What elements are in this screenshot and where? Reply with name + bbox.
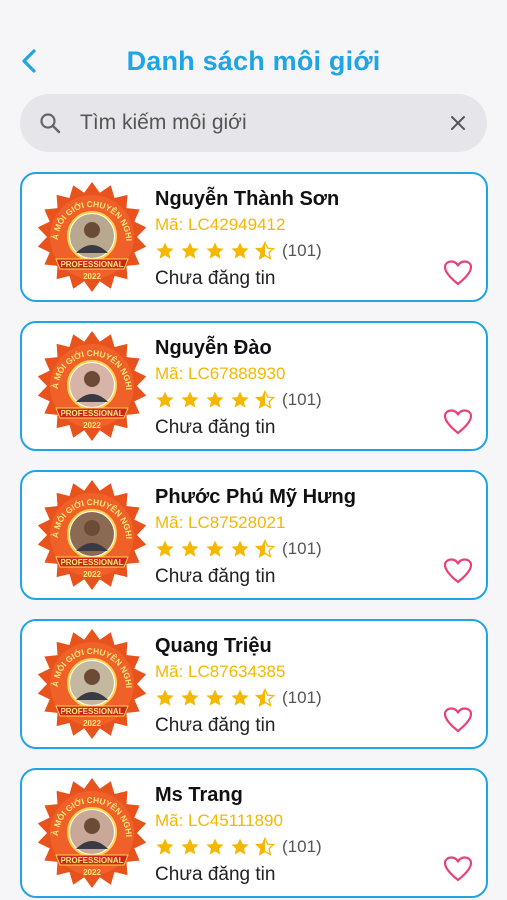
- broker-code: Mã: LC87528021: [155, 513, 286, 532]
- page-title: Danh sách môi giới: [126, 45, 381, 76]
- professional-badge-avatar: NHÀ MÔI GIỚI CHUYÊN NGHIỆP PROFESSIONAL …: [36, 330, 147, 441]
- star-icon: [181, 689, 199, 706]
- professional-badge-avatar: NHÀ MÔI GIỚI CHUYÊN NGHIỆP PROFESSIONAL …: [36, 777, 147, 888]
- search-input[interactable]: [80, 111, 445, 135]
- posting-status: Chưa đăng tin: [155, 268, 276, 289]
- review-count: (101): [282, 688, 322, 707]
- posting-status: Chưa đăng tin: [155, 566, 276, 587]
- star-half-icon: [255, 837, 275, 856]
- star-icon: [231, 242, 249, 259]
- star-icon: [206, 391, 224, 408]
- star-icon: [206, 689, 224, 706]
- status-bar: [0, 0, 507, 28]
- professional-badge-avatar: NHÀ MÔI GIỚI CHUYÊN NGHIỆP PROFESSIONAL …: [36, 628, 147, 739]
- broker-card-4[interactable]: NHÀ MÔI GIỚI CHUYÊN NGHIỆP PROFESSIONAL …: [20, 619, 488, 749]
- rating: (101): [155, 536, 356, 562]
- broker-name: Ms Trang: [155, 784, 243, 806]
- broker-info: Nguyễn Thành Sơn Mã: LC42949412 (101) Ch…: [155, 186, 339, 294]
- svg-text:2022: 2022: [83, 570, 101, 579]
- broker-name: Nguyễn Đào: [155, 337, 272, 359]
- professional-badge-avatar: NHÀ MÔI GIỚI CHUYÊN NGHIỆP PROFESSIONAL …: [36, 479, 147, 590]
- star-icon: [206, 838, 224, 855]
- svg-text:2022: 2022: [83, 868, 101, 877]
- svg-text:2022: 2022: [83, 272, 101, 281]
- back-button[interactable]: [14, 46, 44, 76]
- broker-card-2[interactable]: NHÀ MÔI GIỚI CHUYÊN NGHIỆP PROFESSIONAL …: [20, 321, 488, 451]
- star-icon: [231, 540, 249, 557]
- broker-name: Quang Triệu: [155, 635, 272, 657]
- star-icon: [231, 391, 249, 408]
- broker-info: Quang Triệu Mã: LC87634385 (101) Chưa đă…: [155, 633, 322, 741]
- star-icon: [156, 838, 174, 855]
- rating: (101): [155, 387, 322, 413]
- broker-info: Ms Trang Mã: LC45111890 (101) Chưa đăng …: [155, 782, 322, 890]
- heart-icon[interactable]: [444, 409, 472, 435]
- star-half-icon: [255, 688, 275, 707]
- chevron-left-icon: [22, 49, 36, 73]
- svg-text:PROFESSIONAL: PROFESSIONAL: [60, 707, 123, 716]
- header: Danh sách môi giới: [0, 38, 507, 84]
- star-icon: [156, 391, 174, 408]
- broker-card-5[interactable]: NHÀ MÔI GIỚI CHUYÊN NGHIỆP PROFESSIONAL …: [20, 768, 488, 898]
- star-icon: [156, 689, 174, 706]
- star-icon: [206, 242, 224, 259]
- clear-search-button[interactable]: [445, 110, 471, 136]
- review-count: (101): [282, 390, 322, 409]
- svg-text:PROFESSIONAL: PROFESSIONAL: [60, 558, 123, 567]
- star-icon: [231, 838, 249, 855]
- broker-code: Mã: LC67888930: [155, 364, 286, 383]
- star-icon: [206, 540, 224, 557]
- svg-text:2022: 2022: [83, 421, 101, 430]
- rating: (101): [155, 834, 322, 860]
- heart-icon[interactable]: [444, 856, 472, 882]
- star-half-icon: [255, 390, 275, 409]
- posting-status: Chưa đăng tin: [155, 864, 276, 885]
- broker-name: Phước Phú Mỹ Hưng: [155, 486, 356, 508]
- star-icon: [181, 540, 199, 557]
- search-bar: [20, 94, 487, 152]
- star-icon: [231, 689, 249, 706]
- broker-code: Mã: LC42949412: [155, 215, 286, 234]
- rating: (101): [155, 685, 322, 711]
- search-icon: [40, 113, 61, 134]
- star-half-icon: [255, 539, 275, 558]
- broker-card-1[interactable]: NHÀ MÔI GIỚI CHUYÊN NGHIỆP PROFESSIONAL …: [20, 172, 488, 302]
- broker-code: Mã: LC45111890: [155, 811, 283, 830]
- star-icon: [156, 242, 174, 259]
- star-icon: [181, 242, 199, 259]
- review-count: (101): [282, 539, 322, 558]
- svg-text:PROFESSIONAL: PROFESSIONAL: [60, 409, 123, 418]
- close-icon: [451, 116, 465, 130]
- broker-info: Nguyễn Đào Mã: LC67888930 (101) Chưa đăn…: [155, 335, 322, 443]
- rating: (101): [155, 238, 339, 264]
- heart-icon[interactable]: [444, 260, 472, 286]
- heart-icon[interactable]: [444, 707, 472, 733]
- posting-status: Chưa đăng tin: [155, 715, 276, 736]
- posting-status: Chưa đăng tin: [155, 417, 276, 438]
- broker-info: Phước Phú Mỹ Hưng Mã: LC87528021 (101) C…: [155, 484, 356, 592]
- broker-card-3[interactable]: NHÀ MÔI GIỚI CHUYÊN NGHIỆP PROFESSIONAL …: [20, 470, 488, 600]
- star-icon: [156, 540, 174, 557]
- svg-text:PROFESSIONAL: PROFESSIONAL: [60, 260, 123, 269]
- review-count: (101): [282, 241, 322, 260]
- svg-text:2022: 2022: [83, 719, 101, 728]
- star-icon: [181, 391, 199, 408]
- review-count: (101): [282, 837, 322, 856]
- heart-icon[interactable]: [444, 558, 472, 584]
- svg-text:PROFESSIONAL: PROFESSIONAL: [60, 856, 123, 865]
- broker-list: NHÀ MÔI GIỚI CHUYÊN NGHIỆP PROFESSIONAL …: [20, 172, 488, 900]
- broker-code: Mã: LC87634385: [155, 662, 286, 681]
- star-icon: [181, 838, 199, 855]
- broker-name: Nguyễn Thành Sơn: [155, 188, 340, 210]
- professional-badge-avatar: NHÀ MÔI GIỚI CHUYÊN NGHIỆP PROFESSIONAL …: [36, 181, 147, 292]
- star-half-icon: [255, 241, 275, 260]
